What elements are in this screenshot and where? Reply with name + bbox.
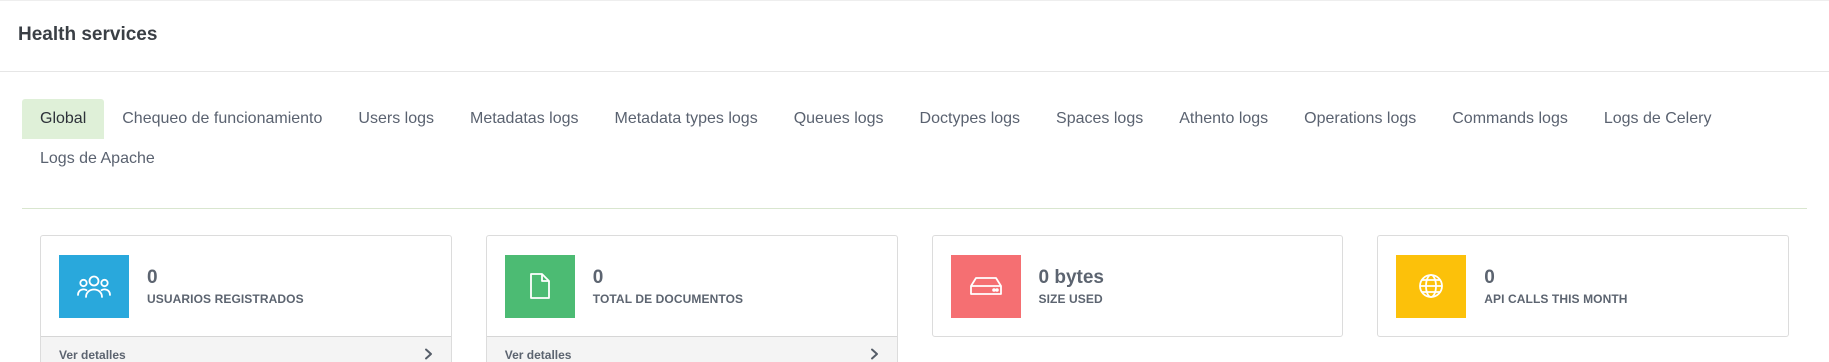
tab-queues-logs[interactable]: Queues logs [776,99,902,139]
document-icon [504,254,575,318]
hard-drive-icon [950,254,1021,318]
users-icon [59,254,129,318]
view-details-label: Ver detalles [504,348,572,362]
tab-metadatas-logs[interactable]: Metadatas logs [452,99,597,139]
stat-card-api-calls: 0 API CALLS THIS MONTH [1377,235,1789,337]
stat-card-size: 0 bytes SIZE USED [931,235,1344,337]
tabs-bar: Global Chequeo de funcionamiento Users l… [22,99,1807,209]
stat-card-documents: 0 TOTAL DE DOCUMENTOS Ver detalles [485,235,898,362]
stat-label: TOTAL DE DOCUMENTOS [592,292,744,306]
page-header: Health services [0,0,1829,72]
tab-operations-logs[interactable]: Operations logs [1286,99,1434,139]
stat-label: API CALLS THIS MONTH [1484,292,1628,306]
chevron-right-icon [870,347,879,362]
tab-chequeo-de-funcionamiento[interactable]: Chequeo de funcionamiento [104,99,340,139]
tab-commands-logs[interactable]: Commands logs [1434,99,1586,139]
view-details-link[interactable]: Ver detalles [41,336,451,362]
tab-logs-de-celery[interactable]: Logs de Celery [1586,99,1730,139]
stats-cards: 0 USUARIOS REGISTRADOS Ver detalles 0 TO… [0,209,1829,362]
stat-value: 0 [1484,267,1495,288]
stat-value: 0 [147,267,158,288]
stat-value: 0 bytes [1038,267,1104,288]
globe-icon [1396,254,1467,318]
chevron-right-icon [424,347,433,362]
tab-doctypes-logs[interactable]: Doctypes logs [902,99,1039,139]
stat-card-users: 0 USUARIOS REGISTRADOS Ver detalles [40,235,452,362]
stat-label: SIZE USED [1038,292,1103,306]
tab-global[interactable]: Global [22,99,105,139]
tab-athento-logs[interactable]: Athento logs [1161,99,1286,139]
view-details-link[interactable]: Ver detalles [486,336,897,362]
tab-metadata-types-logs[interactable]: Metadata types logs [597,99,776,139]
tab-logs-de-apache[interactable]: Logs de Apache [22,139,173,179]
stat-label: USUARIOS REGISTRADOS [147,292,304,306]
view-details-label: Ver detalles [59,348,126,362]
tab-users-logs[interactable]: Users logs [340,99,452,139]
stat-value: 0 [592,267,604,288]
tab-spaces-logs[interactable]: Spaces logs [1038,99,1161,139]
page-title: Health services [18,24,158,45]
